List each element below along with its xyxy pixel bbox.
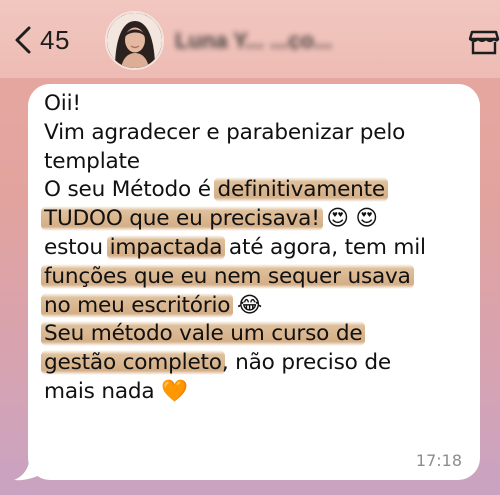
storefront-icon[interactable]: [466, 24, 500, 58]
message-line: funções que eu nem sequer usava: [41, 263, 469, 292]
chat-header: 45 Luna Y... ...ço...: [0, 0, 500, 78]
message-line: gestão completo, não preciso de: [41, 349, 469, 378]
message-timestamp: 17:18: [415, 451, 462, 470]
highlighted-text: impactada: [106, 234, 226, 260]
message-text-segment: Vim agradecer e parabenizar pelo: [44, 119, 406, 145]
message-text-segment: , não preciso de: [221, 350, 391, 376]
message-text-segment: 😍 😍: [319, 206, 378, 232]
highlighted-text: no meu escritório: [41, 292, 234, 318]
message-line: no meu escritório 😂: [41, 292, 469, 321]
message-text-segment: mais nada 🧡: [44, 378, 188, 404]
message-line: template: [44, 148, 469, 177]
unread-count: 45: [40, 24, 70, 55]
message-line: TUDOO que eu precisava! 😍 😍: [41, 205, 469, 234]
highlighted-text: Seu método vale um curso de: [41, 321, 366, 347]
message-text: Oii! Vim agradecer e parabenizar pelo temp…: [41, 90, 469, 407]
avatar[interactable]: [105, 11, 164, 70]
message-line: O seu Método é definitivamente: [44, 176, 469, 205]
message-line: estou impactada até agora, tem mil: [44, 234, 469, 263]
message-line: Vim agradecer e parabenizar pelo: [44, 119, 469, 148]
contact-name: Luna Y... ...ço...: [175, 28, 333, 50]
message-text-segment: 😂: [230, 292, 262, 318]
message-bubble[interactable]: Oii! Vim agradecer e parabenizar pelo temp…: [28, 84, 480, 480]
highlighted-text: gestão completo: [41, 350, 225, 376]
message-text-segment: Oii!: [44, 91, 81, 116]
highlighted-text: TUDOO que eu precisava!: [41, 206, 323, 232]
message-text-segment: estou: [44, 234, 110, 260]
message-line: Seu método vale um curso de: [41, 320, 469, 349]
message-line: mais nada 🧡: [44, 378, 469, 407]
message-line: Oii!: [44, 90, 469, 119]
message-text-segment: até agora, tem mil: [222, 234, 426, 260]
back-button[interactable]: 45: [12, 22, 70, 58]
chevron-left-icon: [12, 25, 34, 55]
highlighted-text: funções que eu nem sequer usava: [41, 263, 414, 289]
highlighted-text: definitivamente: [214, 177, 388, 203]
message-text-segment: template: [44, 148, 140, 174]
message-text-segment: O seu Método é: [44, 177, 218, 203]
